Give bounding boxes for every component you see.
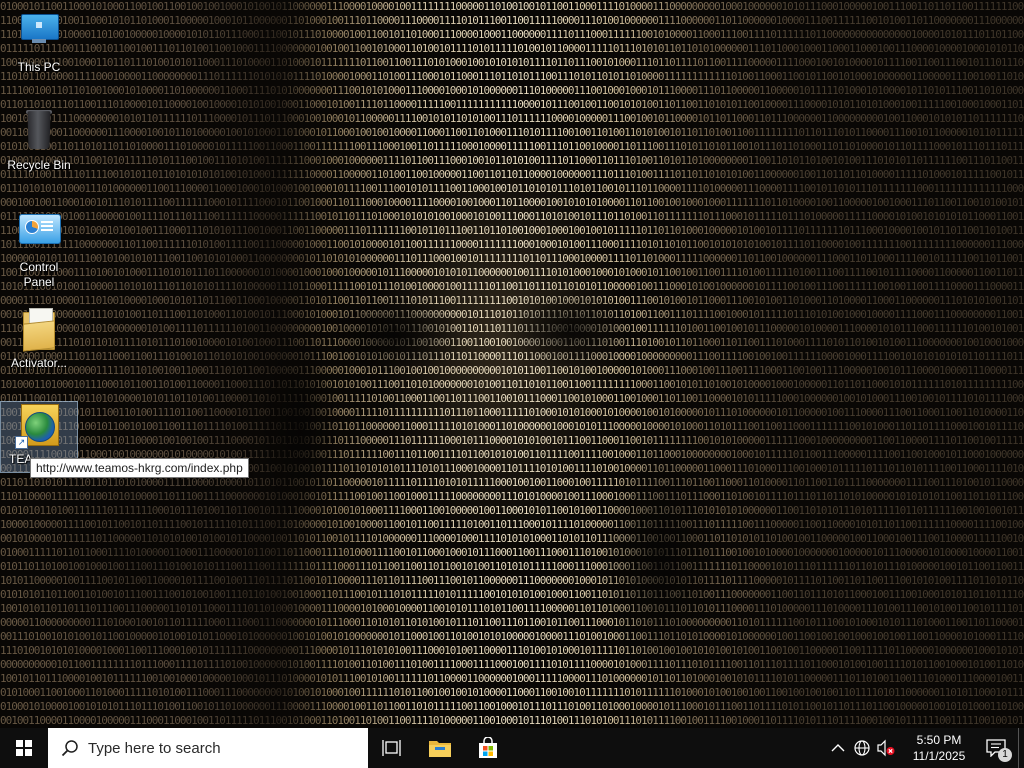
wallpaper-binary-row: 1110001111000010101000000010100111101111…: [0, 322, 1024, 336]
volume-muted-icon: [877, 739, 895, 757]
wallpaper-binary-row: 1001001110010010111001101001111011001100…: [0, 406, 1024, 420]
microsoft-store-button[interactable]: [464, 728, 512, 768]
wallpaper-binary-row: 1001010110110111011100111000001101011000…: [0, 602, 1024, 616]
wallpaper-binary-row: 0101001100110110101101101000011101000010…: [0, 140, 1024, 154]
wallpaper-binary-row: 0011000100011000000111000010010110100000…: [0, 126, 1024, 140]
wallpaper-binary-row: 1001100111000111010010100011101010111011…: [0, 266, 1024, 280]
wallpaper-binary-row: 0111010101010001110100000011001110000110…: [0, 182, 1024, 196]
desktop-icon-label: Control Panel: [19, 260, 59, 289]
wallpaper-binary-row: 0011111011111010110101111010111010010000…: [0, 336, 1024, 350]
wallpaper-binary-row: 1001101110011100010110110000100100100111…: [0, 434, 1024, 448]
wallpaper-binary-row: 1101100001111100100101010000110111001111…: [0, 490, 1024, 504]
desktop-icon-control-panel[interactable]: Control Panel: [1, 212, 77, 290]
wallpaper-binary-row: 0111110111100111001011001001110110100110…: [0, 42, 1024, 56]
wallpaper-binary-row: 1010001101000101110001011001101001100001…: [0, 378, 1024, 392]
wallpaper-binary-row: 1001010101111000000001010110111111011100…: [0, 112, 1024, 126]
wallpaper-binary-row: 0101010110110011010010111001110010100100…: [0, 588, 1024, 602]
task-view-icon: [382, 740, 401, 756]
notification-count-badge: 1: [998, 748, 1012, 762]
store-icon: [479, 737, 497, 758]
desktop-icon-label: This PC: [17, 60, 61, 74]
control-panel-icon: [15, 212, 63, 256]
wallpaper-binary-row: 0110110101011110110110101000011111000010…: [0, 476, 1024, 490]
taskbar: 5:50 PM 11/1/2025 1: [0, 728, 1024, 768]
desktop-icon-this-pc[interactable]: This PC: [1, 12, 77, 75]
wallpaper-binary-row: 0111110100001001100000100111101110111001…: [0, 210, 1024, 224]
clock-date: 11/1/2025: [912, 749, 966, 763]
wallpaper-binary-row: 1100000100010101000101001001110001110101…: [0, 224, 1024, 238]
task-view-button[interactable]: [368, 728, 416, 768]
wallpaper-binary-row: 0110110101110110011101000010110000100100…: [0, 98, 1024, 112]
wallpaper-binary-row: 0101110010111001101010000101011011010011…: [0, 392, 1024, 406]
windows-logo-icon: [16, 740, 32, 756]
recycle-bin-icon: [15, 110, 63, 154]
internet-shortcut-icon: ↗: [15, 404, 63, 449]
wallpaper-binary-face: 0100010110011000101000110010011001001001…: [0, 0, 1024, 728]
desktop-icon-label: Recycle Bin: [7, 158, 71, 172]
this-pc-icon: [15, 12, 63, 56]
desktop-icon-label: Activator...: [10, 356, 68, 370]
wallpaper-binary-row: 1101011010000111100010000110000000011101…: [0, 70, 1024, 84]
show-hidden-icons-button[interactable]: [826, 728, 850, 768]
desktop-icon-label: TEA: [9, 452, 33, 466]
wallpaper-binary-pattern: 0100010110011000101000110010011001001001…: [0, 0, 1024, 728]
folder-icon: [15, 308, 63, 352]
wallpaper-binary-row: 1011100111111100000001101100111111010100…: [0, 238, 1024, 252]
shortcut-arrow-icon: ↗: [15, 436, 28, 449]
file-explorer-icon: [429, 741, 451, 757]
wallpaper-binary-row: 1101001010010000110100100000100001010110…: [0, 28, 1024, 42]
volume-button[interactable]: [874, 728, 898, 768]
desktop-icon-activator-folder[interactable]: Activator...: [1, 308, 77, 371]
start-button[interactable]: [0, 728, 48, 768]
desktop[interactable]: 0100010110011000101000110010011001001001…: [0, 0, 1024, 768]
wallpaper-binary-row: 0001001001100010010111010111100111111000…: [0, 196, 1024, 210]
wallpaper-binary-row: 0101010110100111111011111110001011101001…: [0, 504, 1024, 518]
wallpaper-binary-row: 1100011010010011000101011010001100000100…: [0, 14, 1024, 28]
url-tooltip: http://www.teamos-hkrg.com/index.php: [30, 458, 249, 478]
wallpaper-binary-row: 0100010100011011001010111110101110010011…: [0, 154, 1024, 168]
system-tray: 5:50 PM 11/1/2025 1: [826, 728, 1024, 768]
wallpaper-binary-row: 0010011000011000010000011100011000100110…: [0, 714, 1024, 728]
wallpaper-binary-row: 1001011011100001001011111100100100010000…: [0, 672, 1024, 686]
wallpaper-binary-row: 0000000000101100111111110111000111101111…: [0, 658, 1024, 672]
wallpaper-binary-row: 1010110000010011110010110011000010111100…: [0, 574, 1024, 588]
wallpaper-binary-row: 1000001010110111001010010101110011001010…: [0, 252, 1024, 266]
chevron-up-icon: [831, 744, 845, 752]
network-button[interactable]: [850, 728, 874, 768]
wallpaper-binary-row: 0101101011010000011111011010010011000111…: [0, 364, 1024, 378]
clock[interactable]: 5:50 PM 11/1/2025: [904, 728, 974, 768]
action-center-button[interactable]: 1: [974, 728, 1018, 768]
search-box[interactable]: [48, 728, 368, 768]
search-input[interactable]: [88, 739, 348, 757]
wallpaper-binary-row: 0101000110010001101000111110101001110001…: [0, 686, 1024, 700]
wallpaper-binary-row: 0100010100001001010101110111010011001011…: [0, 700, 1024, 714]
wallpaper-binary-row: 0100010110011000101000110010011001001001…: [0, 0, 1024, 14]
wallpaper-binary-row: 0111101001111101111001010110110101010101…: [0, 168, 1024, 182]
wallpaper-binary-row: 0000011000000000111010001001011011111000…: [0, 616, 1024, 630]
clock-time: 5:50 PM: [916, 733, 962, 747]
network-globe-icon: [854, 740, 870, 756]
wallpaper-binary-row: 1001000011100100011011011101001010110001…: [0, 56, 1024, 70]
show-desktop-button[interactable]: [1018, 728, 1024, 768]
wallpaper-binary-row: 1110100101010100001000110011100010010111…: [0, 644, 1024, 658]
wallpaper-binary-row: 1000010000011110010110010110111100101111…: [0, 518, 1024, 532]
wallpaper-binary-row: 0010111000000000111010100110111001101000…: [0, 308, 1024, 322]
wallpaper-binary-row: 1111001001101101001000101000011010000001…: [0, 84, 1024, 98]
search-icon: [61, 740, 78, 757]
wallpaper-binary-row: 0000111101000011101001000010001010110111…: [0, 294, 1024, 308]
desktop-icon-recycle-bin[interactable]: Recycle Bin: [1, 110, 77, 173]
file-explorer-button[interactable]: [416, 728, 464, 768]
wallpaper-binary-row: 0110000100011101101100011001110100101101…: [0, 350, 1024, 364]
wallpaper-binary-row: 1010111001010011000011010101110110101011…: [0, 280, 1024, 294]
wallpaper-binary-row: 0101101101001001000100111001110100101011…: [0, 560, 1024, 574]
wallpaper-binary-row: 0010100001011111101100000110101010010100…: [0, 532, 1024, 546]
wallpaper-binary-row: 0100011111011011000111101000001100011100…: [0, 546, 1024, 560]
wallpaper-binary-row: 0011101001010100101100100000101001010110…: [0, 630, 1024, 644]
wallpaper-binary-row: 1001101011111010010110010100110011101111…: [0, 420, 1024, 434]
